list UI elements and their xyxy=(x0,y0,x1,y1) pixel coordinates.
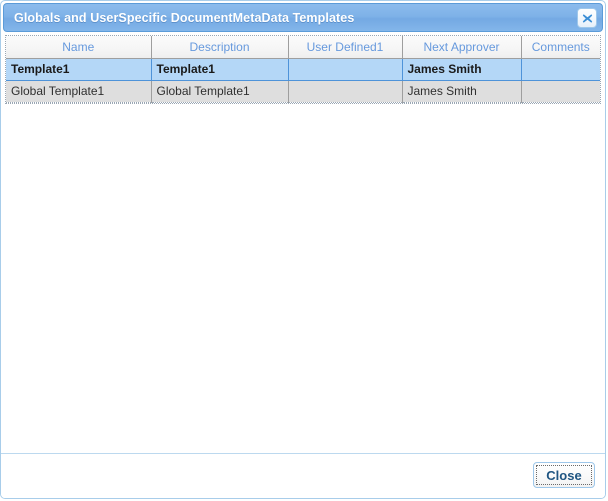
table-row[interactable]: Template1 Template1 James Smith xyxy=(6,57,600,81)
dialog-body: Name Description User Defined1 Next Appr… xyxy=(1,32,605,453)
dialog-title: Globals and UserSpecific DocumentMetaDat… xyxy=(14,10,355,25)
cell-name[interactable]: Global Template1 xyxy=(6,80,152,103)
grid-body: Template1 Template1 James Smith Global T… xyxy=(6,57,600,103)
cell-comments[interactable] xyxy=(521,80,600,103)
cell-user-defined1[interactable] xyxy=(288,57,403,81)
cell-comments[interactable] xyxy=(521,57,600,81)
cell-name[interactable]: Template1 xyxy=(6,57,152,81)
cell-user-defined1[interactable] xyxy=(288,80,403,103)
dialog-footer: Close xyxy=(1,453,605,498)
grid-header: Name Description User Defined1 Next Appr… xyxy=(6,36,600,59)
close-button[interactable]: Close xyxy=(533,462,595,488)
column-header-user-defined1[interactable]: User Defined1 xyxy=(288,36,403,59)
table-row[interactable]: Global Template1 Global Template1 James … xyxy=(6,80,600,103)
column-header-comments[interactable]: Comments xyxy=(521,36,600,59)
cell-description[interactable]: Template1 xyxy=(151,57,289,81)
column-header-next-approver[interactable]: Next Approver xyxy=(402,36,522,59)
templates-table: Name Description User Defined1 Next Appr… xyxy=(6,36,600,103)
templates-grid[interactable]: Name Description User Defined1 Next Appr… xyxy=(5,35,601,104)
cell-next-approver[interactable]: James Smith xyxy=(402,80,522,103)
cell-next-approver[interactable]: James Smith xyxy=(402,57,522,81)
grid-header-row: Name Description User Defined1 Next Appr… xyxy=(6,36,600,59)
column-header-name[interactable]: Name xyxy=(6,36,152,59)
dialog-titlebar: Globals and UserSpecific DocumentMetaDat… xyxy=(3,3,603,32)
column-header-description[interactable]: Description xyxy=(151,36,289,59)
close-icon[interactable] xyxy=(577,8,597,28)
cell-description[interactable]: Global Template1 xyxy=(151,80,289,103)
document-metadata-templates-dialog: Globals and UserSpecific DocumentMetaDat… xyxy=(0,0,606,499)
